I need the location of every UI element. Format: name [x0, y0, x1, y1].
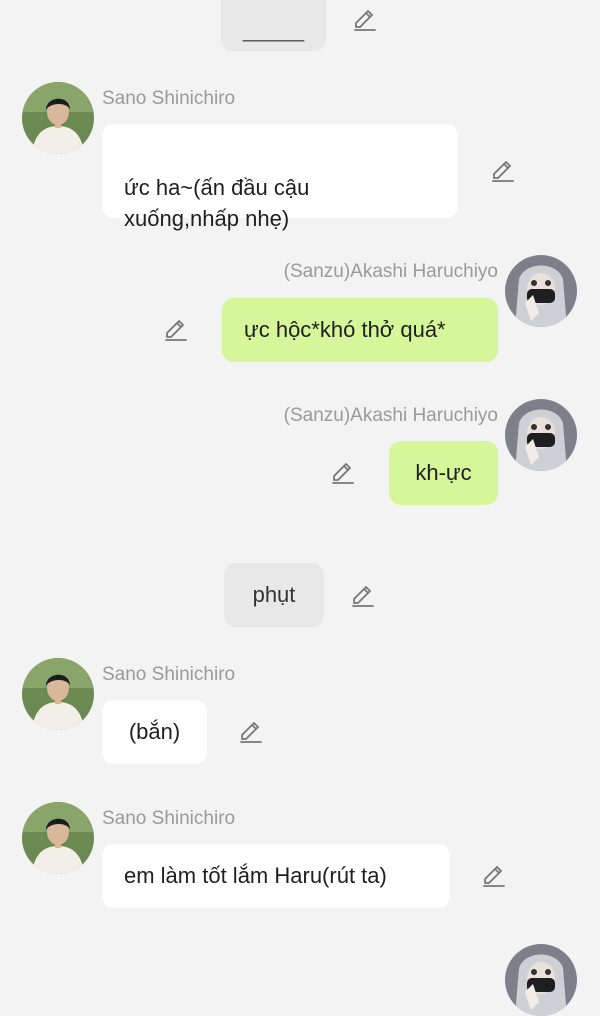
narration-bubble[interactable]: phụt	[224, 563, 324, 627]
avatar[interactable]	[22, 82, 94, 154]
message-text: kh-ực	[415, 460, 472, 485]
sender-name: Sano Shinichiro	[102, 88, 236, 109]
avatar[interactable]	[505, 944, 577, 1016]
message-text: ức ha~(ấn đầu cậu xuống,nhấp nhẹ)	[124, 175, 310, 231]
message-bubble[interactable]: ức ha~(ấn đầu cậu xuống,nhấp nhẹ)	[102, 124, 458, 231]
edit-button[interactable]	[330, 460, 356, 486]
message-text: phụt	[252, 582, 296, 607]
avatar[interactable]	[22, 658, 94, 730]
message-bubble[interactable]: em làm tốt lắm Haru(rút ta)	[102, 844, 450, 908]
edit-button[interactable]	[238, 719, 264, 745]
pencil-icon	[490, 158, 516, 184]
sender-name: Sano Shinichiro	[102, 808, 236, 829]
avatar[interactable]	[505, 399, 577, 471]
edit-button[interactable]	[490, 158, 516, 184]
edit-button[interactable]	[350, 583, 376, 609]
edit-button[interactable]	[352, 7, 378, 33]
avatar[interactable]	[22, 802, 94, 874]
message-bubble[interactable]: kh-ực	[389, 441, 498, 505]
sender-name: (Sanzu)Akashi Haruchiyo	[283, 261, 498, 282]
pencil-icon	[330, 460, 356, 486]
message-text: _____	[242, 17, 305, 42]
pencil-icon	[352, 7, 378, 33]
message-text: em làm tốt lắm Haru(rút ta)	[124, 863, 387, 888]
pencil-icon	[350, 583, 376, 609]
edit-button[interactable]	[481, 863, 507, 889]
message-text: ực hộc*khó thở quá*	[244, 317, 446, 342]
narration-bubble: _____	[221, 0, 326, 51]
edit-button[interactable]	[163, 317, 189, 343]
sender-name: (Sanzu)Akashi Haruchiyo	[283, 405, 498, 426]
sender-name: Sano Shinichiro	[102, 664, 236, 685]
message-bubble[interactable]: (bắn)	[102, 700, 207, 764]
pencil-icon	[481, 863, 507, 889]
avatar[interactable]	[505, 255, 577, 327]
pencil-icon	[238, 719, 264, 745]
message-text: (bắn)	[128, 719, 181, 744]
message-bubble[interactable]: ực hộc*khó thở quá*	[222, 298, 498, 362]
pencil-icon	[163, 317, 189, 343]
